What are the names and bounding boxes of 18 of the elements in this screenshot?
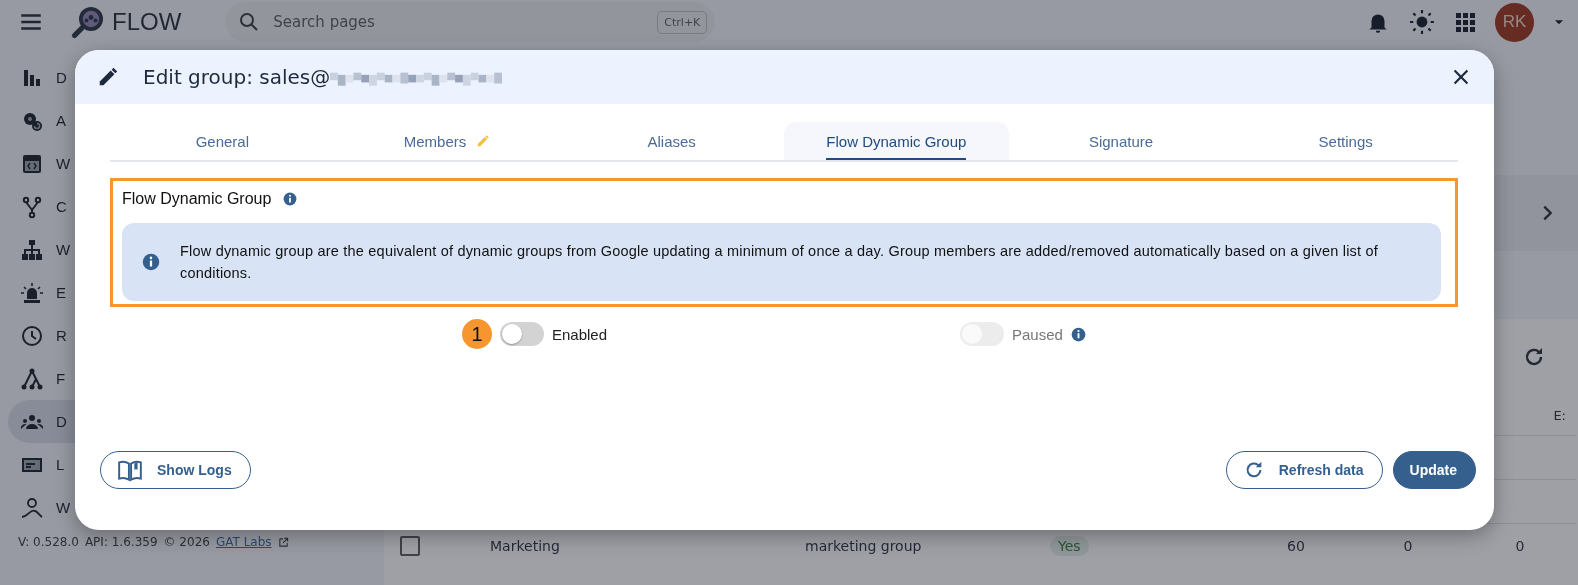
step-badge: 1: [462, 319, 492, 349]
info-text: Flow dynamic group are the equivalent of dynamic groups from Google updating a minimum of once a day. Group members are added/removed automatically based on a given list of conditions.: [180, 242, 1379, 283]
toggle-label: Paused: [1012, 325, 1063, 343]
toggle-label: Enabled: [552, 325, 608, 343]
shortcut-hint: Ctrl+K: [657, 11, 708, 34]
table-cell-text: 0: [1514, 537, 1526, 554]
column-header: E:: [1553, 407, 1566, 423]
table-cell-text: marketing group: [805, 537, 923, 554]
status-badge: Yes: [1050, 535, 1089, 556]
table-cell-text: Marketing: [490, 537, 561, 554]
dialog-title: Edit group: sales@: [143, 65, 331, 89]
copyright-text: © 2026: [163, 535, 210, 549]
table-cell-text: 0: [1402, 537, 1414, 554]
section-title: Flow Dynamic Group: [122, 190, 272, 208]
table-cell-text: 60: [1286, 537, 1306, 554]
api-version-text: API: 1.6.359: [84, 535, 158, 549]
logo-text: FLOW: [112, 8, 182, 36]
version-text: V: 0.528.0: [18, 535, 79, 549]
